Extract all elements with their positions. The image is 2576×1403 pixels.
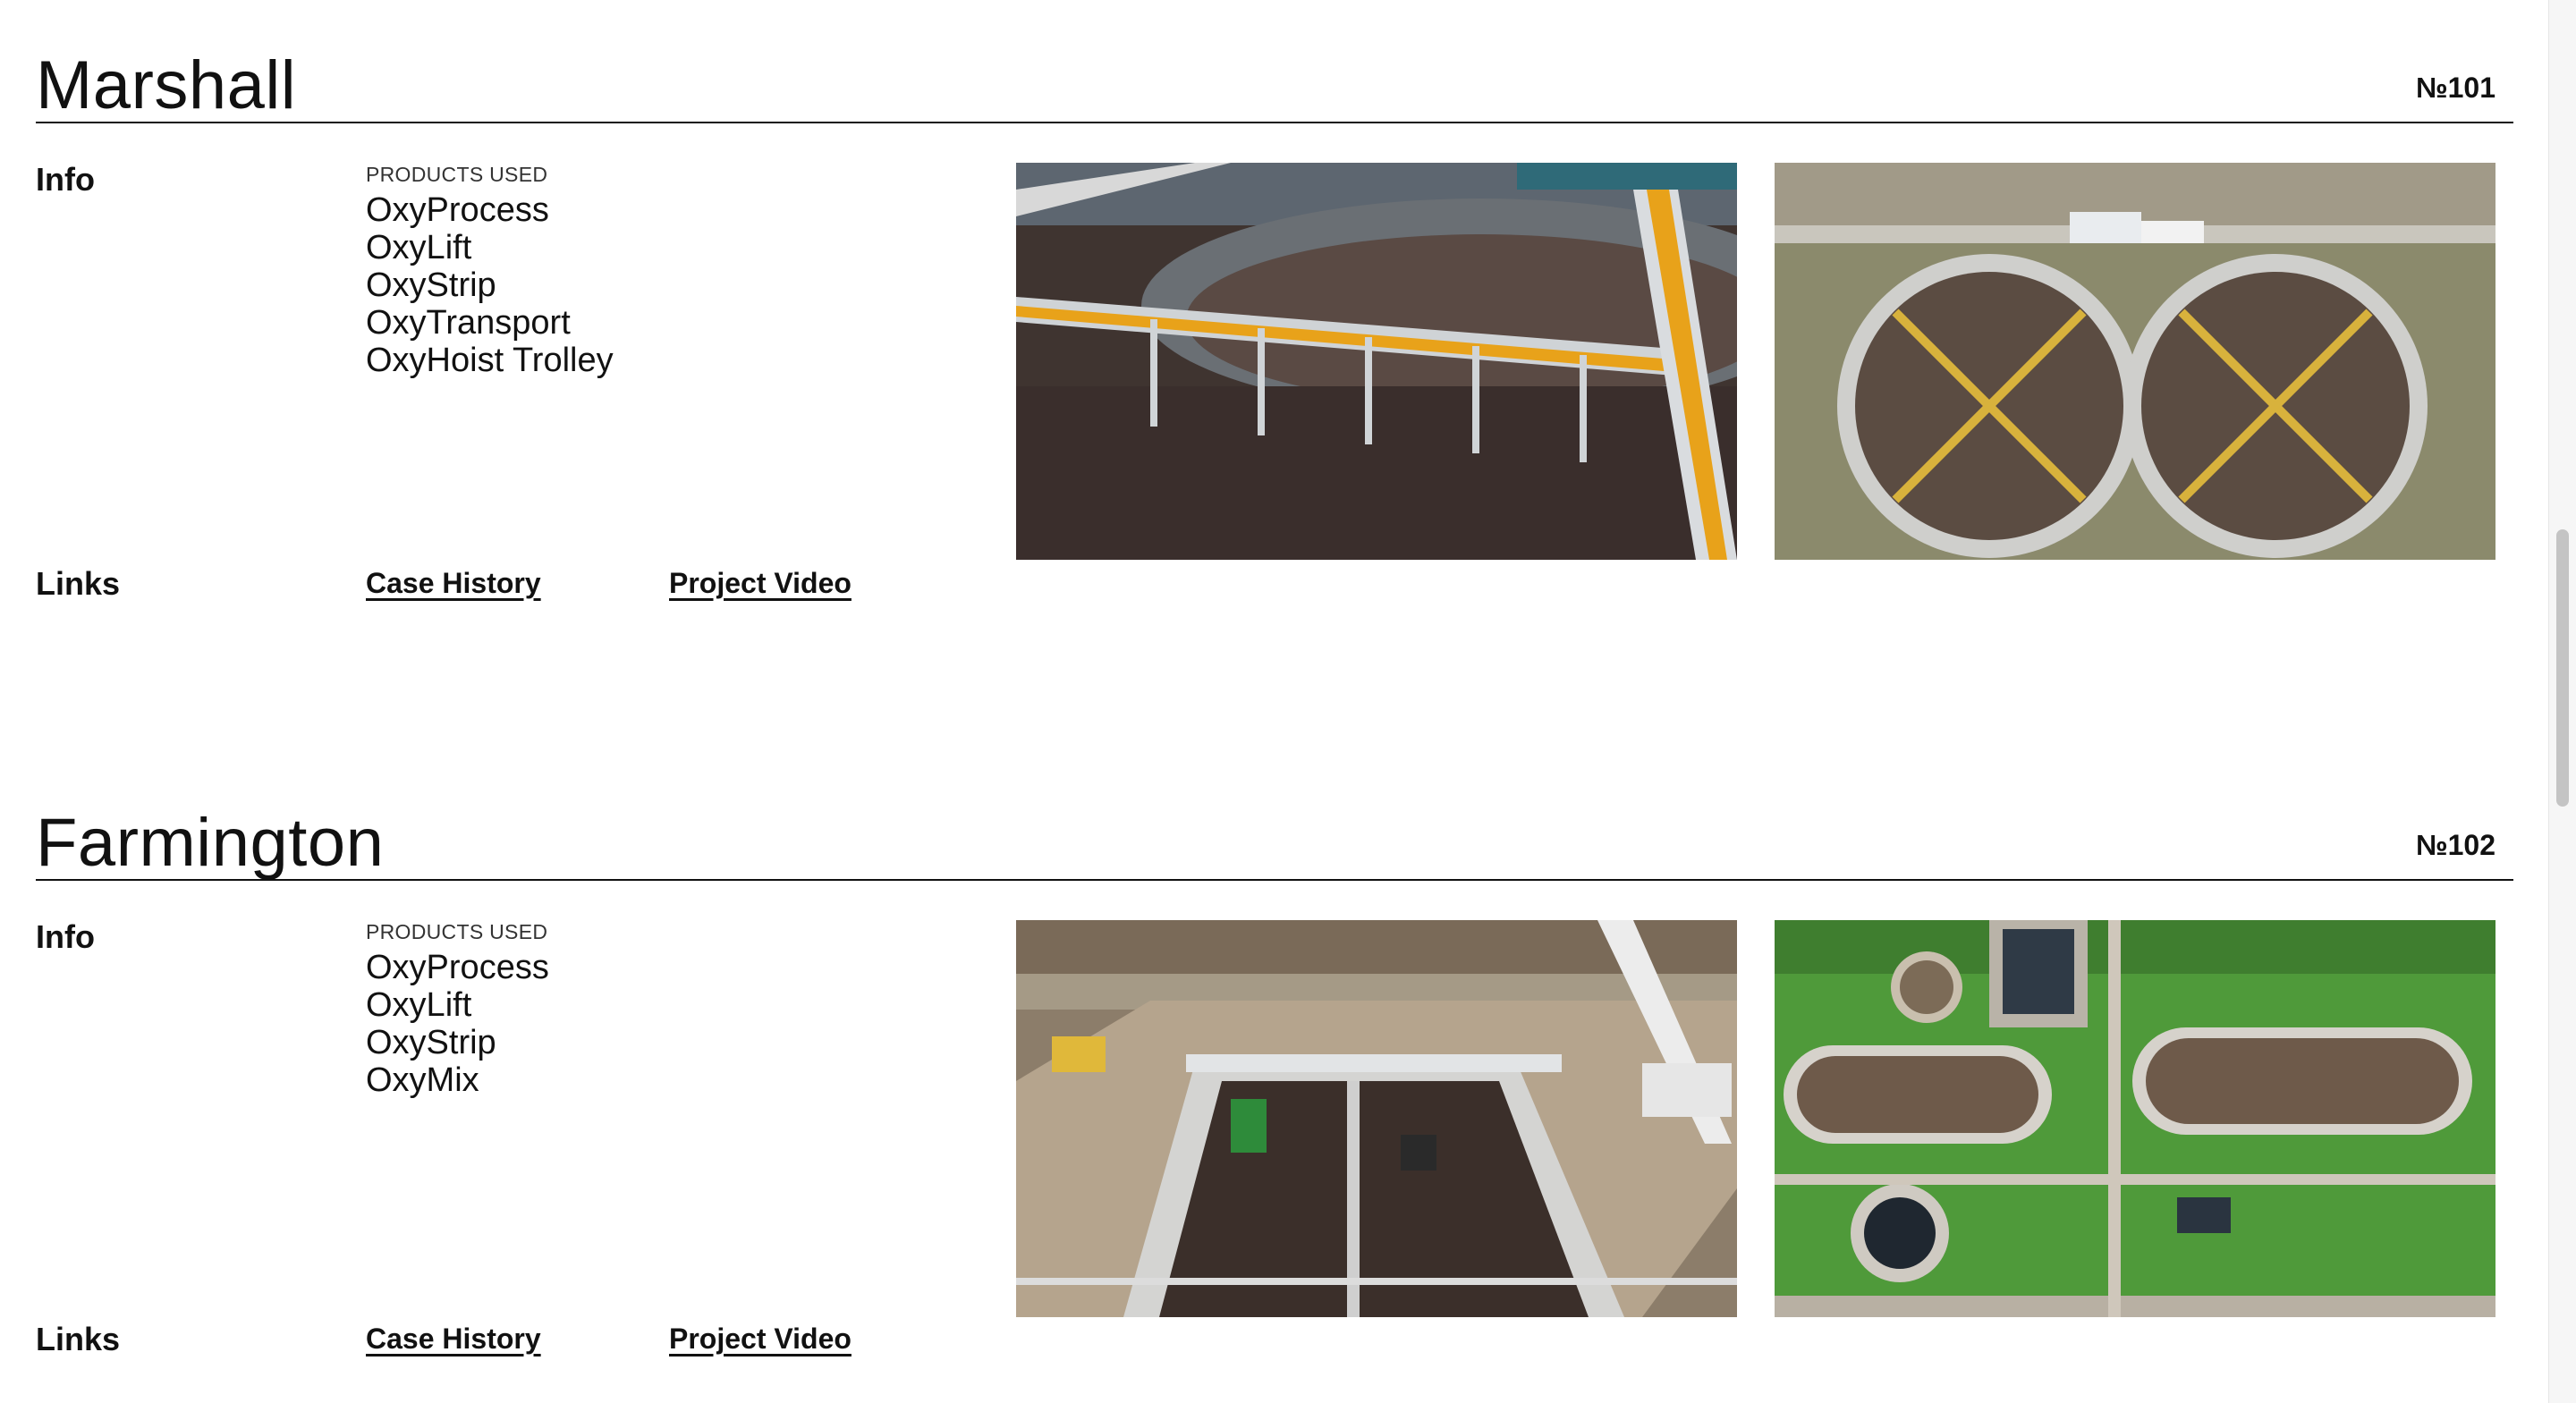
product-item: OxyStrip [366,266,496,304]
product-item: OxyLift [366,229,472,266]
project-number: №101 [2415,72,2496,104]
page: Marshall №101 Info PRODUCTS USED OxyProc… [0,0,2549,1403]
product-item: OxyHoist Trolley [366,342,614,379]
project-video-link[interactable]: Project Video [669,567,852,600]
construction-site-photo[interactable] [1016,920,1737,1317]
aerial-clarifiers-photo[interactable] [1775,163,2496,560]
product-item: OxyProcess [366,949,549,986]
case-history-link[interactable]: Case History [366,1323,541,1356]
info-label: Info [36,161,95,198]
products-heading: PRODUCTS USED [366,163,548,186]
aerial-treatment-plant-photo[interactable] [1775,920,2496,1317]
products-list: OxyProcess OxyLift OxyStrip OxyMix [366,949,549,1099]
project-number: №102 [2415,829,2496,861]
product-item: OxyProcess [366,191,549,229]
project-title: Marshall [36,47,297,123]
info-label: Info [36,918,95,955]
case-history-link[interactable]: Case History [366,567,541,600]
vertical-scrollbar[interactable] [2548,0,2576,1403]
products-list: OxyProcess OxyLift OxyStrip OxyTransport… [366,191,614,379]
product-item: OxyTransport [366,304,571,342]
project-video-link[interactable]: Project Video [669,1323,852,1356]
product-item: OxyLift [366,986,472,1024]
products-heading: PRODUCTS USED [366,920,548,943]
scrollbar-thumb[interactable] [2556,529,2569,807]
project-header: Marshall №101 [36,45,2513,123]
walkway-over-basin-photo[interactable] [1016,163,1737,560]
product-item: OxyStrip [366,1024,496,1061]
links-label: Links [36,1321,121,1357]
project-header: Farmington №102 [36,802,2513,881]
links-label: Links [36,565,121,602]
project-title: Farmington [36,805,385,881]
product-item: OxyMix [366,1061,479,1099]
